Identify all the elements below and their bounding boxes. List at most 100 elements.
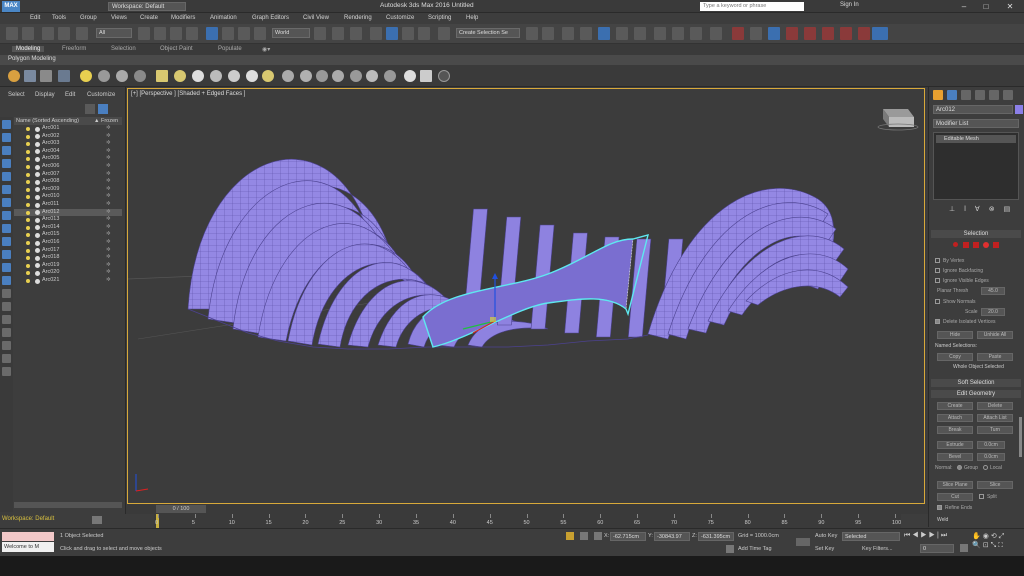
filter-toggle-icon[interactable]	[2, 354, 11, 363]
place-icon[interactable]	[254, 27, 266, 40]
constraint-xy-icon[interactable]	[786, 27, 798, 40]
key-icon[interactable]	[796, 538, 810, 546]
visibility-bulb-icon[interactable]	[26, 203, 30, 207]
sphere-icon[interactable]	[192, 70, 204, 82]
selection-filter-dropdown[interactable]: All	[96, 28, 132, 38]
menu-modifiers[interactable]: Modifiers	[171, 15, 195, 21]
set-key-button[interactable]: Set Key	[815, 546, 834, 552]
visibility-bulb-icon[interactable]	[26, 271, 30, 276]
menu-tools[interactable]: Tools	[52, 15, 66, 21]
visibility-bulb-icon[interactable]	[26, 172, 30, 177]
filter-toggle-icon[interactable]	[2, 237, 11, 246]
extrude-button[interactable]: Extrude	[937, 441, 973, 449]
scene-object-row[interactable]: Arc006 ✲	[14, 163, 122, 171]
menu-civil-view[interactable]: Civil View	[303, 15, 329, 21]
freeze-icon[interactable]: ✲	[106, 155, 111, 163]
rendered-frame-icon[interactable]	[672, 27, 684, 40]
freeze-icon[interactable]: ✲	[106, 254, 111, 262]
split-checkbox[interactable]	[979, 494, 984, 499]
perspective-viewport[interactable]: [+] [Perspective ] [Shaded + Edged Faces…	[127, 88, 925, 504]
modify-tab-icon[interactable]	[947, 90, 957, 100]
visibility-bulb-icon[interactable]	[26, 165, 30, 169]
ignore-visible-edges-checkbox[interactable]	[935, 278, 940, 283]
filter-toggle-icon[interactable]	[2, 146, 11, 155]
window-crossing-icon[interactable]	[186, 27, 198, 40]
constraint-zx-icon[interactable]	[822, 27, 834, 40]
planar-thresh-spinner[interactable]: 45.0	[981, 287, 1005, 295]
visibility-bulb-icon[interactable]	[26, 180, 30, 185]
explorer-scrollbar[interactable]	[14, 502, 122, 508]
motion-tab-icon[interactable]	[975, 90, 985, 100]
percent-snap-icon[interactable]	[402, 27, 414, 40]
filter-toggle-icon[interactable]	[2, 276, 11, 285]
filter-toggle-icon[interactable]	[2, 133, 11, 142]
explorer-options-icon[interactable]	[98, 104, 108, 114]
schematic-view-icon[interactable]	[616, 27, 628, 40]
stack-tools-icons[interactable]: ⊥ǀ∀⊗▤	[949, 205, 1010, 213]
tab-populate[interactable]: Populate	[218, 46, 242, 52]
scene-object-row[interactable]: Arc005 ✲	[14, 155, 122, 163]
freeze-icon[interactable]: ✲	[106, 277, 111, 285]
bevel-spinner[interactable]: 0.0cm	[977, 453, 1005, 461]
path-icon[interactable]	[384, 70, 396, 82]
tab-object-paint[interactable]: Object Paint	[160, 46, 193, 52]
soft-selection-rollout-header[interactable]: Soft Selection	[931, 379, 1021, 387]
keyboard-shortcut-icon[interactable]	[350, 27, 362, 40]
lock-icon[interactable]	[580, 532, 588, 540]
add-time-tag-button[interactable]: Add Time Tag	[738, 546, 772, 552]
torus-icon[interactable]	[262, 70, 274, 82]
layer-icon[interactable]	[92, 516, 102, 524]
filter-toggle-icon[interactable]	[2, 224, 11, 233]
viewcube[interactable]	[877, 109, 919, 131]
filter-toggle-icon[interactable]	[2, 159, 11, 168]
scene-menu-display[interactable]: Display	[35, 92, 55, 98]
playback-controls[interactable]: ⏮◀▶▶|⏭	[904, 532, 962, 541]
filter-toggle-icon[interactable]	[2, 250, 11, 259]
undo-icon[interactable]	[6, 27, 18, 40]
visibility-bulb-icon[interactable]	[26, 195, 30, 200]
material-editor-icon[interactable]	[634, 27, 646, 40]
stack-item-editable-mesh[interactable]: Editable Mesh	[936, 135, 1016, 143]
mirror-icon[interactable]	[526, 27, 538, 40]
select-by-name-icon[interactable]	[154, 27, 166, 40]
maxscript-input[interactable]: Welcome to M	[2, 542, 54, 552]
selected-arc012[interactable]	[422, 234, 649, 348]
selection-rollout-header[interactable]: Selection	[931, 230, 1021, 238]
xy-plane-icon[interactable]	[872, 27, 888, 40]
filter-toggle-icon[interactable]	[2, 315, 11, 324]
refine-ends-checkbox[interactable]	[937, 505, 942, 510]
workspace-label[interactable]: Workspace: Default	[2, 516, 82, 525]
material-ball-icon[interactable]	[404, 70, 416, 82]
freeze-icon[interactable]: ✲	[106, 239, 111, 247]
filter-toggle-icon[interactable]	[2, 172, 11, 181]
tree-icon[interactable]	[316, 70, 328, 82]
menu-scripting[interactable]: Scripting	[428, 15, 451, 21]
visibility-bulb-icon[interactable]	[26, 279, 30, 283]
object-color-swatch[interactable]	[1015, 105, 1023, 114]
copy-button[interactable]: Copy	[937, 353, 973, 361]
crowd-icon[interactable]	[350, 70, 362, 82]
box-icon[interactable]	[156, 70, 168, 82]
hemisphere-icon[interactable]	[174, 70, 186, 82]
axis-tripod-icon[interactable]	[840, 27, 852, 40]
scene-object-row[interactable]: Arc001 ✲	[14, 125, 122, 133]
biped-icon[interactable]	[332, 70, 344, 82]
filter-toggle-icon[interactable]	[2, 341, 11, 350]
wire-icon[interactable]	[366, 70, 378, 82]
show-normals-checkbox[interactable]	[935, 299, 940, 304]
subobject-level-icons[interactable]	[953, 242, 1003, 250]
filter-toggle-icon[interactable]	[2, 367, 11, 376]
grid-icon[interactable]	[40, 70, 52, 82]
link-icon[interactable]	[42, 27, 54, 40]
close-explorer-icon[interactable]	[85, 104, 95, 114]
menu-help[interactable]: Help	[466, 15, 478, 21]
visibility-bulb-icon[interactable]	[26, 134, 30, 139]
turn-button[interactable]: Turn	[977, 426, 1013, 434]
menu-group[interactable]: Group	[80, 15, 97, 21]
z-coordinate-field[interactable]: -631.395cm	[698, 532, 734, 541]
slice-plane-button[interactable]: Slice Plane	[937, 481, 973, 489]
named-selection-dropdown[interactable]: Create Selection Se	[456, 28, 520, 38]
light-icon[interactable]	[80, 70, 92, 82]
timeline-track[interactable]: 0 5 10 15 20 25 30 35 40 45 50 55 60 65 70 75 80 85 90 95 10…	[154, 514, 901, 528]
key-mode-dropdown[interactable]: Selected	[842, 532, 900, 541]
